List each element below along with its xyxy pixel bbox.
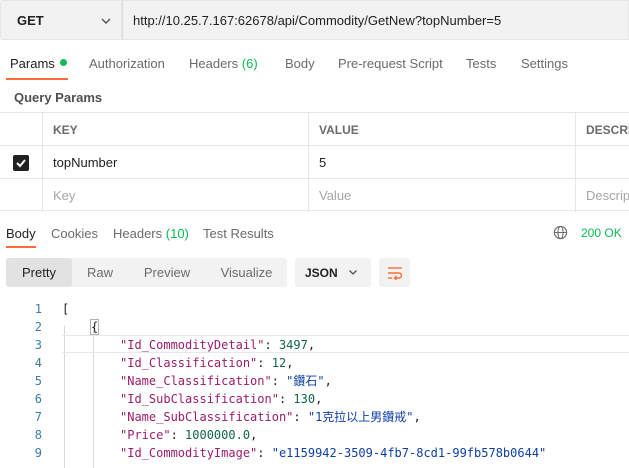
tab-pre-request-script[interactable]: Pre-request Script <box>338 56 443 71</box>
code-text-wrap: "Id_CommodityImage": "e1159942-3509-4fb7… <box>120 446 547 460</box>
new-description-input[interactable]: Descrip <box>575 179 629 212</box>
tab-params-label: Params <box>10 56 55 71</box>
tab-params[interactable]: Params <box>10 56 67 71</box>
mode-preview-button[interactable]: Preview <box>128 258 206 287</box>
url-input[interactable]: http://10.25.7.167:62678/api/Commodity/G… <box>122 0 629 40</box>
line-number: 1 <box>34 302 42 316</box>
code-line: 2 { <box>0 318 629 336</box>
tab-test-results[interactable]: Test Results <box>203 226 274 241</box>
code-text-wrap: "Price": 1000000.0, <box>120 428 258 442</box>
table-header-row: KEY VALUE DESCRI <box>0 112 629 146</box>
new-value-input[interactable]: Value <box>308 179 575 212</box>
column-header-description: DESCRI <box>575 113 629 146</box>
tab-cookies[interactable]: Cookies <box>51 226 98 241</box>
line-number: 9 <box>34 446 42 460</box>
wrap-lines-button[interactable] <box>379 258 410 287</box>
code-line: 7 "Name_SubClassification": "1克拉以上男鑽戒", <box>0 408 629 426</box>
view-mode-segmented-control: Pretty Raw Preview Visualize <box>6 258 287 287</box>
tab-response-headers-count: (10) <box>165 226 189 241</box>
json-key: "Id_SubClassification" <box>120 392 279 406</box>
column-header-value: VALUE <box>308 113 575 146</box>
chevron-down-icon <box>101 18 111 24</box>
code-text-wrap: "Name_Classification": "鑽石", <box>120 374 332 388</box>
code-text-wrap: "Name_SubClassification": "1克拉以上男鑽戒", <box>120 410 421 424</box>
tab-tests[interactable]: Tests <box>466 56 496 71</box>
request-bar: GET http://10.25.7.167:62678/api/Commodi… <box>0 0 629 42</box>
wrap-lines-icon <box>387 266 402 280</box>
line-number: 5 <box>34 374 42 388</box>
matched-bracket: { <box>90 319 100 335</box>
param-enabled-checkbox[interactable] <box>13 154 29 171</box>
format-label: JSON <box>305 265 338 280</box>
line-number: 8 <box>34 428 42 442</box>
tab-response-body[interactable]: Body <box>6 226 36 241</box>
code-line: 8 "Price": 1000000.0, <box>0 426 629 444</box>
tab-response-headers[interactable]: Headers (10) <box>113 226 189 241</box>
tab-settings[interactable]: Settings <box>521 56 568 71</box>
globe-icon[interactable] <box>553 225 568 240</box>
code-line: 6 "Id_SubClassification": 130, <box>0 390 629 408</box>
json-key: "Name_Classification" <box>120 374 272 388</box>
mode-visualize-button[interactable]: Visualize <box>206 258 287 287</box>
code-text-wrap: { <box>90 318 100 336</box>
json-key: "Id_CommodityDetail" <box>120 338 265 352</box>
json-string: "e1159942-3509-4fb7-8cd1-99fb578b0644" <box>271 446 547 460</box>
code-line: 3 "Id_CommodityDetail": 3497, <box>0 336 629 354</box>
json-number: 12 <box>271 356 287 370</box>
mode-pretty-button[interactable]: Pretty <box>6 258 72 287</box>
format-select[interactable]: JSON <box>295 258 371 287</box>
tab-headers-count: (6) <box>241 56 258 71</box>
json-number: 130 <box>293 392 316 406</box>
tab-authorization[interactable]: Authorization <box>89 56 165 71</box>
code-line: 4 "Id_Classification": 12, <box>0 354 629 372</box>
row-checkbox-cell <box>0 146 42 179</box>
tab-response-headers-label: Headers <box>113 226 163 241</box>
json-string: "鑽石" <box>286 374 325 388</box>
tab-headers[interactable]: Headers (6) <box>189 56 258 71</box>
new-key-input[interactable]: Key <box>42 179 308 212</box>
method-select[interactable]: GET <box>0 0 122 40</box>
code-text-wrap: "Id_Classification": 12, <box>120 356 294 370</box>
mode-raw-button[interactable]: Raw <box>72 258 128 287</box>
line-number: 3 <box>34 338 42 352</box>
request-tabs: Params Authorization Headers (6) Body Pr… <box>0 50 629 80</box>
check-icon <box>16 158 26 167</box>
header-checkbox-cell <box>0 113 42 146</box>
response-body-editor[interactable]: 1 [ 2 { 3 "Id_CommodityDetail": 3497, 4 … <box>0 300 629 468</box>
code-line: 5 "Name_Classification": "鑽石", <box>0 372 629 390</box>
param-description-field[interactable] <box>575 146 629 179</box>
column-header-key: KEY <box>42 113 308 146</box>
json-key: "Id_Classification" <box>120 356 258 370</box>
json-key: "Id_CommodityImage" <box>120 446 258 460</box>
json-key: "Price" <box>120 428 171 442</box>
json-key: "Name_SubClassification" <box>120 410 294 424</box>
active-tab-indicator <box>6 78 68 80</box>
line-number: 2 <box>34 320 42 334</box>
empty-checkbox-cell <box>0 179 42 212</box>
method-label: GET <box>17 12 44 28</box>
tab-headers-label: Headers <box>189 56 239 71</box>
code-text-wrap: "Id_SubClassification": 130, <box>120 392 323 406</box>
chevron-down-icon <box>349 270 357 275</box>
active-response-tab-indicator <box>6 246 36 248</box>
code-line: 1 [ <box>0 300 629 318</box>
code-line: 9 "Id_CommodityImage": "e1159942-3509-4f… <box>0 444 629 462</box>
query-params-title: Query Params <box>14 90 103 105</box>
line-number: 6 <box>34 392 42 406</box>
line-number: 4 <box>34 356 42 370</box>
line-number: 7 <box>34 410 42 424</box>
code-text: [ <box>62 302 70 316</box>
code-text-wrap: "Id_CommodityDetail": 3497, <box>120 338 316 352</box>
tab-body[interactable]: Body <box>285 56 315 71</box>
params-active-dot-icon <box>59 59 67 66</box>
table-row-empty: Key Value Descrip <box>0 178 629 212</box>
response-status: 200 OK <box>581 226 622 240</box>
json-number: 1000000.0 <box>185 428 251 442</box>
json-string: "1克拉以上男鑽戒" <box>307 410 414 424</box>
json-number: 3497 <box>278 338 308 352</box>
param-key-field[interactable]: topNumber <box>42 146 308 179</box>
param-value-field[interactable]: 5 <box>308 146 575 179</box>
table-row: topNumber 5 <box>0 145 629 179</box>
response-tabs: Body Cookies Headers (10) Test Results 2… <box>0 218 629 248</box>
